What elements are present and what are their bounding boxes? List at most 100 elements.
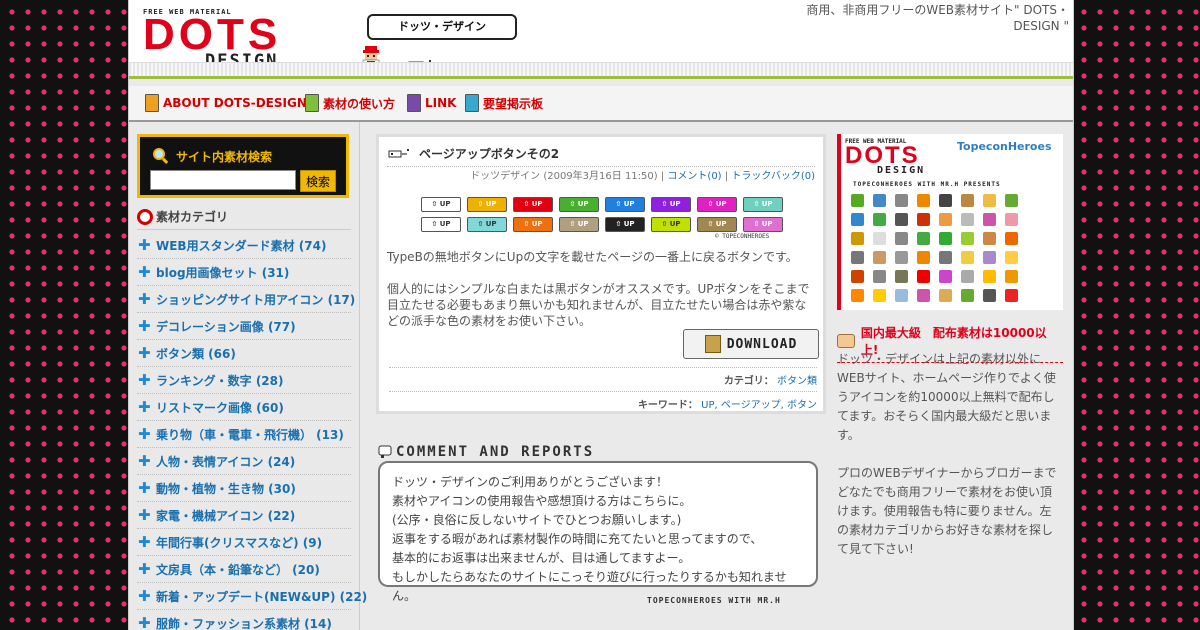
category-item[interactable]: ✚ WEB用スタンダード素材 (74) [137, 232, 351, 259]
sample-icon [961, 213, 974, 226]
sample-icon [851, 194, 864, 207]
up-button-sample: ⇧ UP [651, 197, 691, 212]
speech-bubble: ドッツ・デザイン [367, 14, 517, 40]
post-paragraph: 個人的にはシンプルな白または黒ボタンがオススメです。UPボタンをそこまで目立たせ… [387, 282, 810, 328]
category-item[interactable]: ✚ リストマーク画像 (60) [137, 394, 351, 421]
category-label: WEB用スタンダード素材 (74) [156, 238, 327, 253]
site-search-box: サイト内素材検索 検索 [137, 134, 349, 198]
category-item[interactable]: ✚ 年間行事(クリスマスなど) (9) [137, 529, 351, 556]
sample-icon [895, 270, 908, 283]
sample-icon [961, 251, 974, 264]
sample-icon [939, 289, 952, 302]
category-item[interactable]: ✚ 新着・アップデート(NEW&UP) (22) [137, 583, 367, 610]
speech-bubble-icon [378, 445, 392, 458]
nav-item-request-board[interactable]: 要望掲示板 [465, 94, 543, 112]
sample-icon [917, 213, 930, 226]
sample-icon [895, 289, 908, 302]
post-title[interactable]: ページアップボタンその2 [387, 145, 815, 167]
plus-icon: ✚ [138, 344, 151, 362]
comment-line: ドッツ・デザインのご利用ありがとうございます！ [392, 475, 669, 489]
sample-icon [895, 213, 908, 226]
up-button-sample: ⇧ UP [697, 197, 737, 212]
download-label: DOWNLOAD [726, 336, 798, 352]
comments-link[interactable]: コメント(0) [667, 171, 721, 182]
entry-post: ページアップボタンその2 ドッツデザイン (2009年3月16日 11:50) … [376, 134, 826, 414]
book-icon [305, 94, 319, 112]
sample-icon [917, 289, 930, 302]
sample-icon [939, 270, 952, 283]
post-category-link[interactable]: ボタン類 [777, 376, 817, 387]
post-category: カテゴリ： ボタン類 [389, 367, 817, 387]
plus-icon: ✚ [138, 479, 151, 497]
plus-icon: ✚ [138, 317, 151, 335]
up-button-sample: ⇧ UP [743, 217, 783, 232]
up-button-sample: ⇧ UP [559, 197, 599, 212]
sample-icon [895, 232, 908, 245]
sample-icon [895, 251, 908, 264]
image-credit-text: TOPECONHEROES [722, 233, 770, 240]
category-item[interactable]: ✚ 動物・植物・生き物 (30) [137, 475, 351, 502]
category-item[interactable]: ✚ 乗り物（車・電車・飛行機） (13) [137, 421, 351, 448]
category-label: 乗り物（車・電車・飛行機） (13) [156, 427, 344, 442]
plus-icon: ✚ [138, 398, 151, 416]
main-nav: ABOUT DOTS-DESIGN 素材の使い方 LINK 要望掲示板 [129, 86, 1073, 122]
category-item[interactable]: ✚ ショッピングサイト用アイコン (17) [137, 286, 355, 313]
promo-subtitle: TOPECONHEROES WITH MR.H PRESENTS [853, 181, 1001, 188]
category-label: 新着・アップデート(NEW&UP) (22) [156, 589, 368, 604]
download-button[interactable]: DOWNLOAD [683, 329, 819, 359]
sample-icon [1005, 194, 1018, 207]
sample-icon [851, 251, 864, 264]
book-icon [145, 94, 159, 112]
comment-line: 素材やアイコンの使用報告や感想頂ける方はこちらに。 [392, 494, 692, 508]
category-item[interactable]: ✚ デコレーション画像 (77) [137, 313, 351, 340]
up-button-sample: ⇧ UP [651, 217, 691, 232]
logo-dots-text: DOTS [143, 10, 282, 59]
up-button-sample: ⇧ UP [743, 197, 783, 212]
comment-line: 基本的にお返事は出来ませんが、目は通してますよー。 [392, 551, 691, 565]
sample-icon [873, 270, 886, 283]
up-button-sample: ⇧ UP [605, 197, 645, 212]
magnifier-icon [153, 148, 169, 164]
promo-logo: FREE WEB MATERIAL DOTS DESIGN [845, 138, 925, 176]
post-keywords-links[interactable]: UP, ページアップ, ボタン [701, 400, 817, 411]
up-button-sample: ⇧ UP [421, 217, 461, 232]
nav-item-howto[interactable]: 素材の使い方 [305, 94, 395, 112]
sample-icon [851, 289, 864, 302]
sample-icon [873, 232, 886, 245]
category-title-label: 素材カテゴリ [156, 210, 229, 224]
promo-banner[interactable]: FREE WEB MATERIAL DOTS DESIGN TopeconHer… [837, 134, 1063, 310]
nav-item-label: 素材の使い方 [323, 96, 396, 111]
category-item[interactable]: ✚ 服飾・ファッション系素材 (14) [137, 610, 351, 630]
promo-text: ドッツ・デザインは上記の素材以外にWEBサイト、ホームページ作りでよく使うアイコ… [837, 350, 1063, 578]
search-input[interactable] [150, 170, 296, 190]
sample-icon [1005, 213, 1018, 226]
up-button-sample: ⇧ UP [467, 217, 507, 232]
category-item[interactable]: ✚ 家電・機械アイコン (22) [137, 502, 351, 529]
sample-icon [1005, 270, 1018, 283]
plus-icon: ✚ [138, 371, 151, 389]
category-item[interactable]: ✚ blog用画像セット (31) [137, 259, 351, 286]
search-button[interactable]: 検索 [300, 170, 336, 192]
nav-item-link[interactable]: LINK [407, 94, 456, 112]
trackbacks-link[interactable]: トラックバック(0) [731, 171, 815, 182]
nav-item-about[interactable]: ABOUT DOTS-DESIGN [145, 94, 307, 112]
sample-icon [917, 194, 930, 207]
up-button-sample: ⇧ UP [513, 197, 553, 212]
header-stripe [129, 62, 1073, 77]
category-item[interactable]: ✚ 人物・表情アイコン (24) [137, 448, 351, 475]
sample-icon [983, 213, 996, 226]
sample-icon [1005, 251, 1018, 264]
category-item[interactable]: ✚ ランキング・数字 (28) [137, 367, 351, 394]
category-label: ショッピングサイト用アイコン (17) [156, 292, 356, 307]
sample-icon [983, 232, 996, 245]
category-item[interactable]: ✚ ボタン類 (66) [137, 340, 351, 367]
post-keywords-label: キーワード： [637, 400, 698, 411]
up-button-sample: ⇧ UP [559, 217, 599, 232]
comment-heading-text: COMMENT AND REPORTS [396, 444, 595, 460]
category-item[interactable]: ✚ 文房具（本・鉛筆など） (20) [137, 556, 351, 583]
plus-icon: ✚ [138, 263, 151, 281]
post-title-text: ページアップボタンその2 [419, 147, 560, 161]
category-label: 文房具（本・鉛筆など） (20) [156, 562, 320, 577]
comment-line: 返事をする暇があれば素材製作の時間に充てたいと思ってますので、 [392, 532, 763, 546]
sample-icon [1005, 232, 1018, 245]
